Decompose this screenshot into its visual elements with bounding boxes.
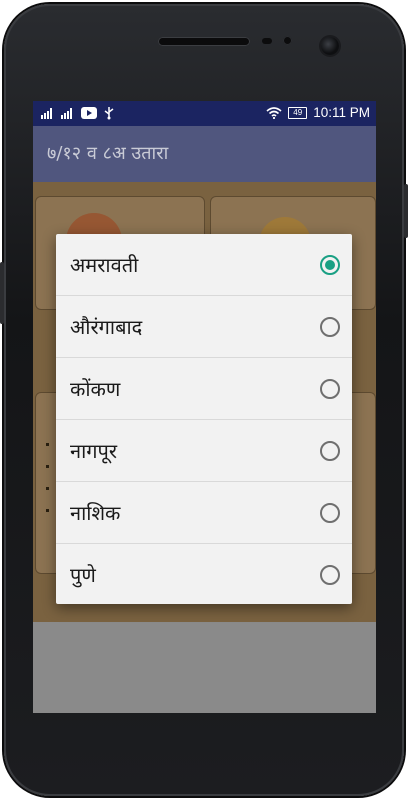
option-label: नागपूर <box>70 439 118 463</box>
option-label: नाशिक <box>70 501 121 525</box>
signal-icon <box>61 108 72 119</box>
battery-icon: 49 <box>288 106 308 119</box>
radio-unselected-icon[interactable] <box>320 378 340 399</box>
option-pune[interactable]: पुणे <box>56 544 352 605</box>
radio-unselected-icon[interactable] <box>320 564 340 585</box>
radio-unselected-icon[interactable] <box>320 440 340 461</box>
empty-area-dimmed <box>33 622 376 713</box>
status-time: 10:11 PM <box>313 105 370 120</box>
bullet-dot <box>46 509 49 512</box>
power-button <box>0 262 4 324</box>
wifi-icon <box>266 106 282 119</box>
option-nagpur[interactable]: नागपूर <box>56 420 352 482</box>
youtube-icon <box>81 107 97 119</box>
status-left-icons <box>41 106 115 120</box>
option-label: कोंकण <box>70 377 121 401</box>
radio-selected-icon[interactable] <box>320 254 340 275</box>
option-aurangabad[interactable]: औरंगाबाद <box>56 296 352 358</box>
signal-icon <box>41 108 52 119</box>
option-label: अमरावती <box>70 253 139 277</box>
earpiece-speaker <box>158 37 250 46</box>
front-camera <box>321 37 339 55</box>
volume-button <box>404 184 408 238</box>
region-select-dialog: अमरावती औरंगाबाद कोंकण नागपूर नाशिक पुणे <box>56 234 352 604</box>
app-title: ७/१२ व ८अ उतारा <box>47 143 169 164</box>
usb-icon <box>104 107 114 120</box>
option-label: पुणे <box>70 563 96 587</box>
bullet-dot <box>46 465 49 468</box>
option-konkan[interactable]: कोंकण <box>56 358 352 420</box>
proximity-sensor <box>262 38 272 44</box>
sensor-dot <box>283 36 292 45</box>
option-label: औरंगाबाद <box>70 315 143 339</box>
radio-unselected-icon[interactable] <box>320 316 340 337</box>
status-bar: 49 10:11 PM <box>33 101 376 126</box>
option-amravati[interactable]: अमरावती <box>56 234 352 296</box>
status-right-icons: 49 10:11 PM <box>266 105 370 120</box>
option-nashik[interactable]: नाशिक <box>56 482 352 544</box>
bullet-dot <box>46 443 49 446</box>
radio-unselected-icon[interactable] <box>320 502 340 523</box>
bullet-dot <box>46 487 49 490</box>
